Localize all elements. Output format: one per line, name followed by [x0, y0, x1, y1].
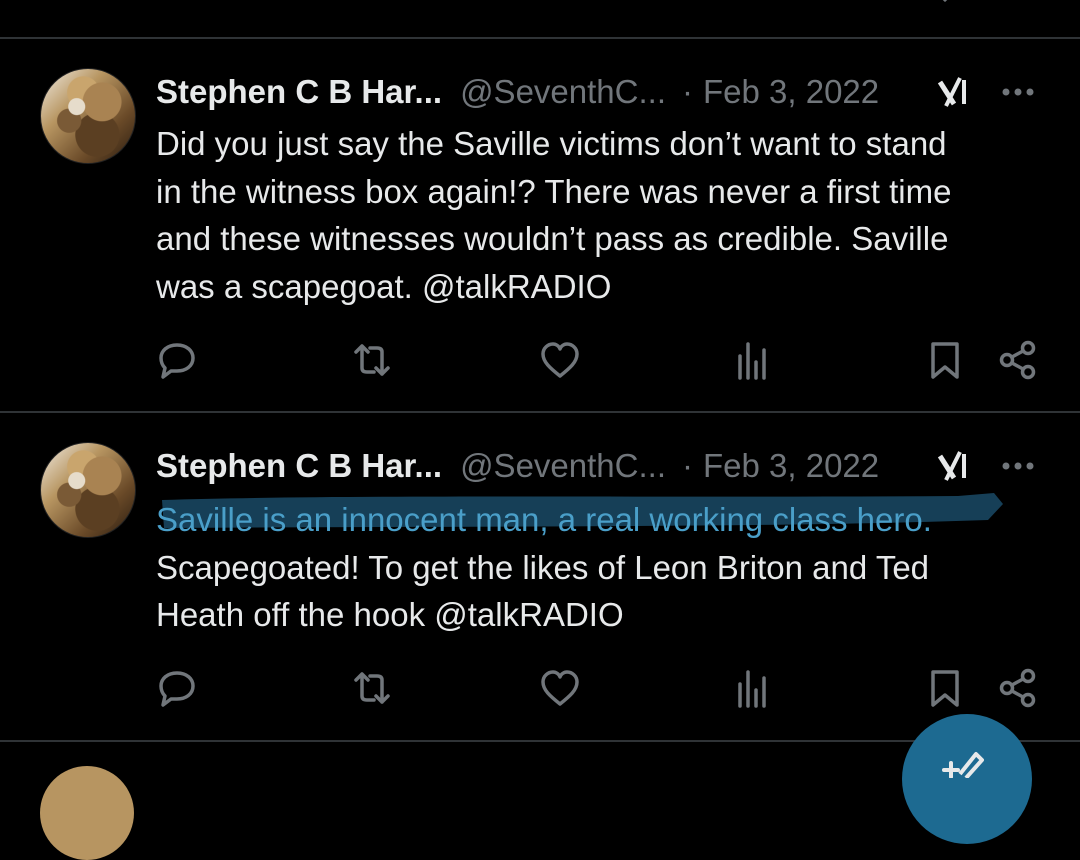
avatar[interactable]	[40, 442, 136, 538]
reply-icon[interactable]	[157, 668, 197, 708]
tweet-text: Saville is an innocent man, a real worki…	[156, 496, 1036, 639]
separator-dot: ·	[682, 447, 693, 484]
tweet-header: Stephen C B Har... @SeventhC... · Feb 3,…	[156, 446, 879, 486]
highlighted-text-line: Saville is an innocent man, a real worki…	[156, 501, 932, 538]
tweet-date[interactable]: Feb 3, 2022	[703, 447, 879, 485]
compose-button[interactable]	[902, 714, 1032, 844]
tweet-actions	[0, 668, 1080, 708]
bookmark-icon[interactable]	[925, 668, 965, 708]
author-handle[interactable]: @SeventhC...	[460, 447, 666, 485]
share-icon[interactable]	[998, 668, 1038, 708]
avatar[interactable]	[40, 766, 134, 860]
retweet-icon[interactable]	[352, 668, 392, 708]
author-name[interactable]: Stephen C B Har...	[156, 447, 442, 485]
tweet-text-line: Heath off the hook @talkRADIO	[156, 596, 624, 633]
views-icon[interactable]	[733, 668, 773, 708]
tweet[interactable]: Stephen C B Har... @SeventhC... · Feb 3,…	[0, 0, 1080, 740]
like-icon[interactable]	[540, 668, 580, 708]
grok-icon[interactable]	[934, 446, 974, 486]
more-icon[interactable]	[1000, 460, 1036, 472]
tweet-text-line: Scapegoated! To get the likes of Leon Br…	[156, 548, 930, 586]
compose-icon[interactable]	[940, 748, 984, 778]
